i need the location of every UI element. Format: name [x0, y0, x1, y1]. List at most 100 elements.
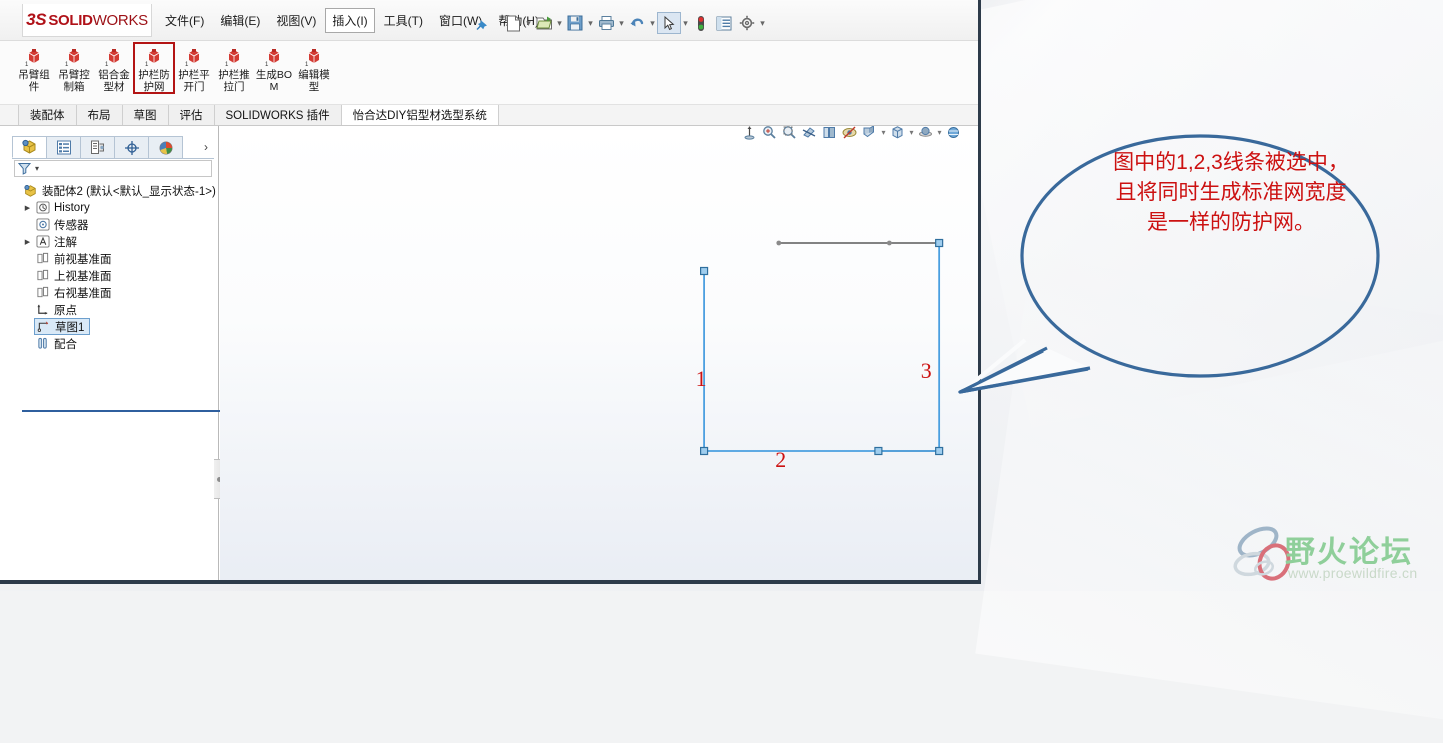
- sketch-endpoint-handle[interactable]: [935, 238, 944, 248]
- tree-item-right-plane[interactable]: 右视基准面: [8, 284, 218, 301]
- new-document-dropdown[interactable]: ▾: [525, 13, 532, 33]
- tree-rollback-bar[interactable]: [22, 410, 222, 412]
- red-box-icon: 1: [61, 47, 87, 69]
- tree-item-annotations[interactable]: ▶ 注解: [8, 233, 218, 250]
- filter-dropdown-caret[interactable]: ▾: [35, 164, 39, 173]
- tree-item-top-plane[interactable]: 上视基准面: [8, 267, 218, 284]
- ribbon-cmd-guardrail-swing-door[interactable]: 1 护栏平开门: [174, 43, 214, 93]
- pushpin-icon[interactable]: [474, 17, 490, 33]
- rebuild-icon[interactable]: [690, 13, 712, 33]
- quick-access-toolbar: ▾ ▾ ▾ ▾ ▾ ▾ ▾: [502, 12, 766, 34]
- sketch-endpoint-handle[interactable]: [935, 446, 944, 456]
- menu-item-edit[interactable]: 编辑(E): [213, 8, 267, 33]
- menu-item-view[interactable]: 视图(V): [269, 8, 323, 33]
- tree-item-label: 装配体2 (默认<默认_显示状态-1>): [42, 185, 216, 198]
- save-icon[interactable]: [564, 13, 586, 33]
- solidworks-logo: 3S SOLIDWORKS: [22, 4, 152, 37]
- tree-expand-arrow[interactable]: ▶: [21, 204, 34, 212]
- ribbon-cmd-edit-model[interactable]: 1 编辑模型: [294, 43, 334, 93]
- ribbon-cmd-label: 编辑模型: [298, 69, 330, 93]
- open-document-icon[interactable]: [533, 13, 555, 33]
- select-dropdown[interactable]: ▾: [682, 13, 689, 33]
- tab-assembly[interactable]: 装配体: [18, 105, 77, 125]
- tree-expand-arrow[interactable]: ▶: [21, 238, 34, 246]
- callout-text: 图中的1,2,3线条被选中，且将同时生成标准网宽度是一样的防护网。: [1113, 151, 1349, 234]
- configuration-manager-tab[interactable]: [80, 136, 115, 158]
- sketch-midpoint[interactable]: [886, 240, 892, 246]
- ribbon-cmd-guardrail-sliding-door[interactable]: 1 护栏推拉门: [214, 43, 254, 93]
- graphics-area[interactable]: ▾ ▾ ▾ 1 2 3: [220, 126, 978, 580]
- ribbon-cmd-guardrail-protection-net[interactable]: 1 护栏防护网: [133, 42, 175, 94]
- print-icon[interactable]: [595, 13, 617, 33]
- sketch-endpoint[interactable]: [776, 240, 782, 246]
- open-document-dropdown[interactable]: ▾: [556, 13, 563, 33]
- ribbon-cmd-boom-control-box[interactable]: 1 吊臂控制箱: [54, 43, 94, 93]
- options-panel-icon[interactable]: [713, 13, 735, 33]
- settings-dropdown[interactable]: ▾: [759, 13, 766, 33]
- ribbon-cmd-label: 吊臂控制箱: [58, 69, 90, 93]
- feature-manager-more-chevron[interactable]: ›: [198, 136, 214, 158]
- display-manager-tab[interactable]: [148, 136, 183, 158]
- tree-item-sensors[interactable]: 传感器: [8, 216, 218, 233]
- ribbon-cmd-label: 生成BOM: [255, 69, 293, 93]
- undo-icon[interactable]: [626, 13, 648, 33]
- annotations-icon: [34, 235, 52, 248]
- menu-item-insert[interactable]: 插入(I): [325, 7, 375, 33]
- tree-item-mates[interactable]: 配合: [8, 335, 218, 352]
- tab-yihe-diy-profile-system[interactable]: 怡合达DIY铝型材选型系统: [341, 105, 499, 125]
- filter-funnel-icon: [18, 163, 32, 175]
- tab-solidworks-addins[interactable]: SOLIDWORKS 插件: [214, 105, 342, 125]
- ribbon-cmd-boom-assembly[interactable]: 1 吊臂组件: [14, 43, 54, 93]
- sketch-endpoint-handle[interactable]: [874, 446, 883, 456]
- svg-text:1: 1: [145, 62, 149, 68]
- menu-item-file[interactable]: 文件(F): [158, 8, 211, 33]
- new-document-icon[interactable]: [502, 13, 524, 33]
- feature-tree-filter-box[interactable]: ▾: [14, 160, 212, 177]
- svg-text:1: 1: [265, 62, 269, 68]
- sensors-icon: [34, 218, 52, 231]
- red-box-icon: 1: [101, 47, 127, 69]
- ribbon-cmd-generate-bom[interactable]: 1 生成BOM: [254, 43, 294, 93]
- tree-item-label: 前视基准面: [54, 253, 112, 266]
- sketch-endpoint-handle[interactable]: [700, 446, 709, 456]
- mates-icon: [34, 337, 52, 350]
- configuration-icon: [90, 140, 104, 154]
- sketch-geometry: 1 2 3: [696, 238, 944, 472]
- svg-text:1: 1: [225, 62, 229, 68]
- tree-item-front-plane[interactable]: 前视基准面: [8, 250, 218, 267]
- tree-item-sketch1[interactable]: 草图1: [8, 318, 218, 335]
- dimxpert-manager-tab[interactable]: [114, 136, 149, 158]
- ribbon-cmd-label: 护栏平开门: [178, 69, 210, 93]
- logo-works-text: WORKS: [92, 12, 148, 29]
- red-box-icon: 1: [181, 47, 207, 69]
- command-tab-bar: 装配体 布局 草图 评估 SOLIDWORKS 插件 怡合达DIY铝型材选型系统: [0, 105, 978, 126]
- save-dropdown[interactable]: ▾: [587, 13, 594, 33]
- feature-tree-tab[interactable]: [12, 136, 47, 158]
- sketch-endpoint-handle[interactable]: [700, 266, 709, 276]
- logo-solid-text: SOLID: [48, 12, 93, 29]
- ribbon-cmd-label: 护栏防护网: [138, 69, 170, 93]
- select-cursor-icon[interactable]: [657, 12, 681, 34]
- red-box-icon: 1: [141, 47, 167, 69]
- property-manager-tab[interactable]: [46, 136, 81, 158]
- tree-item-origin[interactable]: 原点: [8, 301, 218, 318]
- sketch-icon: [35, 320, 53, 333]
- ribbon-cmd-aluminum-profile[interactable]: 1 铝合金型材: [94, 43, 134, 93]
- display-sphere-icon: [159, 141, 172, 154]
- tab-sketch[interactable]: 草图: [122, 105, 169, 125]
- tab-evaluate[interactable]: 评估: [168, 105, 215, 125]
- feature-manager-tab-strip: ›: [12, 136, 214, 159]
- svg-text:1: 1: [105, 62, 109, 68]
- menu-item-tools[interactable]: 工具(T): [377, 8, 430, 33]
- undo-dropdown[interactable]: ▾: [649, 13, 656, 33]
- ribbon-cmd-label: 护栏推拉门: [218, 69, 250, 93]
- settings-gear-icon[interactable]: [736, 13, 758, 33]
- ribbon-cmd-label: 铝合金型材: [98, 69, 130, 93]
- tab-layout[interactable]: 布局: [76, 105, 123, 125]
- tree-item-assembly-root[interactable]: 装配体2 (默认<默认_显示状态-1>): [8, 182, 218, 199]
- tree-selection-highlight: 草图1: [34, 318, 91, 335]
- logo-ds-mark: 3S: [26, 10, 47, 29]
- red-box-icon: 1: [21, 47, 47, 69]
- tree-item-history[interactable]: ▶ History: [8, 199, 218, 216]
- print-dropdown[interactable]: ▾: [618, 13, 625, 33]
